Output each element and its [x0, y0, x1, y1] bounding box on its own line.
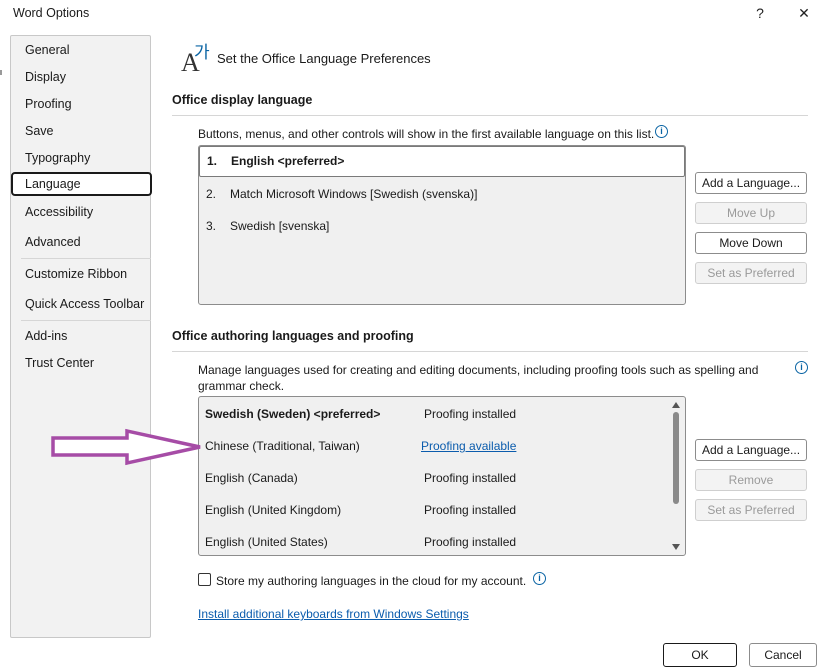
list-item-number: 3.: [206, 219, 217, 233]
list-item-language[interactable]: English (United States): [205, 535, 328, 549]
list-item-language[interactable]: English (United Kingdom): [205, 503, 341, 517]
authoring-language-list[interactable]: Swedish (Sweden) <preferred> Proofing in…: [198, 396, 686, 556]
display-language-list[interactable]: 1. English <preferred> 2. Match Microsof…: [198, 145, 686, 305]
display-language-heading: Office display language: [172, 93, 313, 107]
sidebar-item-label: General: [25, 43, 70, 57]
sidebar-item-add-ins[interactable]: Add-ins: [12, 324, 151, 348]
display-language-description: Buttons, menus, and other controls will …: [198, 127, 655, 141]
cloud-storage-label[interactable]: Store my authoring languages in the clou…: [216, 573, 526, 589]
sidebar-item-advanced[interactable]: Advanced: [12, 230, 151, 254]
scroll-down-icon[interactable]: [672, 544, 680, 550]
help-button[interactable]: ?: [748, 2, 772, 24]
options-sidebar: General Display Proofing Save Typography…: [10, 35, 152, 638]
sidebar-item-label: Display: [25, 70, 66, 84]
section-divider: [172, 115, 808, 116]
cancel-button[interactable]: Cancel: [749, 643, 817, 667]
list-item-language[interactable]: Chinese (Traditional, Taiwan): [205, 439, 360, 453]
annotation-arrow-icon: [51, 428, 201, 466]
sidebar-item-accessibility[interactable]: Accessibility: [12, 200, 151, 224]
sidebar-item-label: Customize Ribbon: [25, 267, 128, 281]
add-authoring-language-button[interactable]: Add a Language...: [695, 439, 807, 461]
list-item-language[interactable]: Swedish (Sweden) <preferred>: [205, 407, 380, 421]
list-item-label: Match Microsoft Windows [Swedish (svensk…: [230, 187, 478, 201]
language-icon-hangul: 가: [194, 43, 210, 63]
close-button[interactable]: ✕: [792, 2, 816, 24]
list-item-number: 2.: [206, 187, 217, 201]
proofing-available-link[interactable]: Proofing available: [421, 439, 516, 453]
button-label: Remove: [728, 473, 774, 487]
sidebar-item-label: Trust Center: [25, 356, 95, 370]
button-label: OK: [691, 648, 709, 662]
sidebar-item-quick-access-toolbar[interactable]: Quick Access Toolbar: [12, 292, 151, 316]
question-mark-icon: ?: [756, 5, 764, 21]
remove-button[interactable]: Remove: [695, 469, 807, 491]
sidebar-item-typography[interactable]: Typography: [12, 146, 151, 170]
list-item-status: Proofing installed: [424, 535, 517, 549]
sidebar-item-label: Quick Access Toolbar: [25, 297, 145, 311]
info-icon[interactable]: i: [655, 125, 668, 138]
sidebar-item-label: Proofing: [25, 97, 72, 111]
page-title: Set the Office Language Preferences: [217, 51, 431, 66]
list-item-status: Proofing installed: [424, 471, 517, 485]
install-keyboards-link[interactable]: Install additional keyboards from Window…: [198, 607, 469, 621]
sidebar-item-label: Accessibility: [25, 205, 94, 219]
close-icon: ✕: [798, 4, 810, 21]
window-title: Word Options: [13, 6, 90, 20]
sidebar-item-label: Language: [25, 177, 81, 191]
window-edge: [0, 70, 2, 75]
scroll-thumb[interactable]: [673, 412, 679, 504]
info-icon[interactable]: i: [795, 361, 808, 374]
button-label: Move Down: [719, 236, 783, 250]
button-label: Move Up: [726, 206, 776, 220]
authoring-languages-heading: Office authoring languages and proofing: [172, 329, 414, 343]
list-item-status: Proofing installed: [424, 503, 517, 517]
button-label: Set as Preferred: [707, 266, 795, 280]
sidebar-divider: [21, 258, 151, 259]
authoring-languages-description: Manage languages used for creating and e…: [198, 363, 759, 393]
section-divider: [172, 351, 808, 352]
list-item-status: Proofing installed: [424, 407, 517, 421]
language-icon: A 가: [181, 40, 215, 77]
list-scrollbar[interactable]: [669, 398, 683, 554]
sidebar-item-general[interactable]: General: [12, 38, 151, 62]
sidebar-item-language[interactable]: Language: [11, 172, 152, 196]
info-icon[interactable]: i: [533, 572, 546, 585]
button-label: Add a Language...: [701, 176, 801, 190]
cloud-storage-checkbox[interactable]: [198, 573, 211, 586]
move-up-button[interactable]: Move Up: [695, 202, 807, 224]
sidebar-item-proofing[interactable]: Proofing: [12, 92, 151, 116]
sidebar-item-display[interactable]: Display: [12, 65, 151, 89]
list-item-label: English <preferred>: [231, 154, 345, 168]
sidebar-item-label: Save: [25, 124, 54, 138]
button-label: Cancel: [764, 648, 802, 662]
sidebar-item-customize-ribbon[interactable]: Customize Ribbon: [12, 262, 151, 286]
set-display-preferred-button[interactable]: Set as Preferred: [695, 262, 807, 284]
button-label: Set as Preferred: [707, 503, 795, 517]
list-item[interactable]: 1. English <preferred>: [199, 146, 685, 177]
ok-button[interactable]: OK: [663, 643, 737, 667]
sidebar-item-save[interactable]: Save: [12, 119, 151, 143]
scroll-up-icon[interactable]: [672, 402, 680, 408]
list-item-label: Swedish [svenska]: [230, 219, 330, 233]
button-label: Add a Language...: [701, 443, 801, 457]
set-authoring-preferred-button[interactable]: Set as Preferred: [695, 499, 807, 521]
add-display-language-button[interactable]: Add a Language...: [695, 172, 807, 194]
sidebar-divider: [21, 320, 151, 321]
sidebar-item-label: Add-ins: [25, 329, 68, 343]
list-item-number: 1.: [207, 154, 218, 168]
sidebar-item-label: Typography: [25, 151, 91, 165]
move-down-button[interactable]: Move Down: [695, 232, 807, 254]
sidebar-item-label: Advanced: [25, 235, 81, 249]
sidebar-item-trust-center[interactable]: Trust Center: [12, 351, 151, 375]
list-item-language[interactable]: English (Canada): [205, 471, 298, 485]
